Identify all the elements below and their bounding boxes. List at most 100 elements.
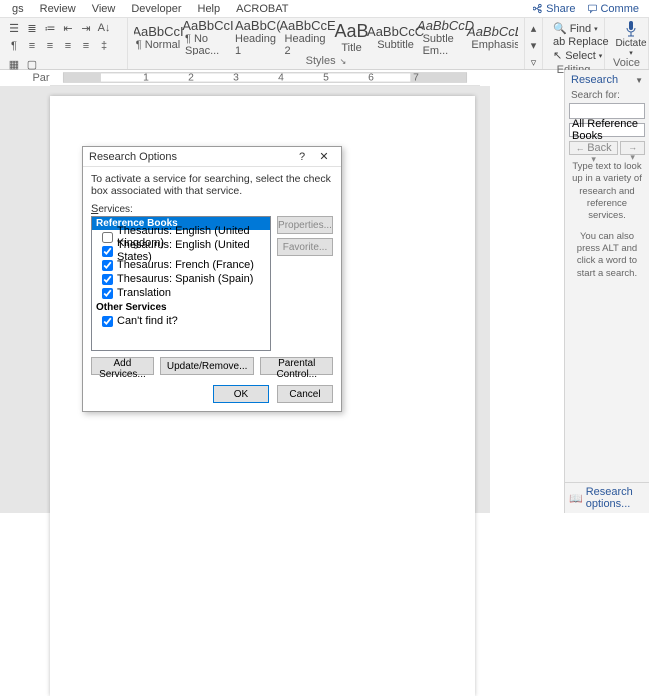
service-label: Thesaurus: French (France): [117, 259, 254, 271]
borders-icon[interactable]: ▢: [24, 56, 40, 72]
line-spacing-icon[interactable]: ‡: [96, 38, 112, 54]
align-center-icon[interactable]: ≡: [42, 38, 58, 54]
service-label: Thesaurus: Spanish (Spain): [117, 273, 253, 285]
share-button[interactable]: Share: [527, 3, 581, 15]
pane-menu-icon[interactable]: ▼: [635, 76, 643, 85]
style-card[interactable]: AaBbCcEHeading 2: [284, 20, 332, 55]
help-button[interactable]: ?: [291, 148, 313, 166]
list-section: Other Services: [92, 300, 270, 314]
list-item[interactable]: Thesaurus: Spanish (Spain): [92, 272, 270, 286]
menu-item[interactable]: Help: [190, 3, 229, 15]
menu-item[interactable]: ACROBAT: [228, 3, 296, 15]
indent-left-icon[interactable]: ⇤: [60, 20, 76, 36]
ok-button[interactable]: OK: [213, 385, 269, 403]
scroll-up-icon[interactable]: ▴: [526, 20, 542, 36]
scroll-down-icon[interactable]: ▾: [526, 37, 542, 53]
reference-combo[interactable]: All Reference Books: [569, 123, 645, 137]
book-icon: 📖: [569, 492, 583, 505]
style-card[interactable]: AaBTitle: [334, 20, 370, 55]
service-label: Translation: [117, 287, 171, 299]
svg-text:3: 3: [233, 72, 239, 83]
style-card[interactable]: AaBbCcI¶ Normal: [134, 20, 182, 55]
svg-text:5: 5: [323, 72, 329, 83]
align-left-icon[interactable]: ≡: [24, 38, 40, 54]
svg-text:7: 7: [413, 72, 419, 83]
cursor-icon: ↖: [553, 49, 562, 62]
ruler[interactable]: 1 2 3 4 5 6 7: [50, 70, 480, 86]
hint-text: You can also press ALT and click a word …: [565, 227, 649, 284]
dialog-title: Research Options: [89, 151, 291, 163]
service-checkbox[interactable]: [102, 260, 113, 271]
menu-bar: gs Review View Developer Help ACROBAT Sh…: [0, 0, 649, 18]
style-card[interactable]: AaBbCcI¶ No Spac...: [184, 20, 232, 55]
microphone-icon: [624, 20, 638, 38]
menu-item[interactable]: View: [84, 3, 124, 15]
dictate-button[interactable]: Dictate ▾: [611, 20, 649, 57]
forward-button[interactable]: → ▾: [620, 141, 645, 155]
style-card[interactable]: AaBbCcDEmphasis: [472, 20, 518, 55]
align-right-icon[interactable]: ≡: [60, 38, 76, 54]
services-listbox[interactable]: Reference Books Thesaurus: English (Unit…: [91, 216, 271, 351]
svg-text:2: 2: [188, 72, 194, 83]
replace-button[interactable]: abReplace: [553, 36, 594, 48]
cancel-button[interactable]: Cancel: [277, 385, 333, 403]
list-item[interactable]: Thesaurus: English (United States): [92, 244, 270, 258]
close-button[interactable]: ✕: [313, 148, 335, 166]
expand-styles-icon[interactable]: ▿: [526, 54, 542, 70]
update-remove-button[interactable]: Update/Remove...: [160, 357, 255, 375]
favorite-button[interactable]: Favorite...: [277, 238, 333, 256]
numbering-icon[interactable]: ≣: [24, 20, 40, 36]
svg-text:4: 4: [278, 72, 284, 83]
svg-text:1: 1: [143, 72, 149, 83]
justify-icon[interactable]: ≡: [78, 38, 94, 54]
indent-right-icon[interactable]: ⇥: [78, 20, 94, 36]
styles-expand: ▴ ▾ ▿: [525, 18, 543, 69]
pane-title: Research: [571, 74, 618, 86]
research-options-dialog: Research Options ? ✕ To activate a servi…: [82, 146, 342, 412]
shading-icon[interactable]: ▦: [6, 56, 22, 72]
service-checkbox[interactable]: [102, 246, 113, 257]
service-checkbox[interactable]: [102, 316, 113, 327]
service-checkbox[interactable]: [102, 274, 113, 285]
ribbon: ☰ ≣ ≔ ⇤ ⇥ A↓ ¶ ≡ ≡ ≡ ≡ ‡ ▦ ▢ Paragraph↘ …: [0, 18, 649, 70]
multilevel-icon[interactable]: ≔: [42, 20, 58, 36]
service-checkbox[interactable]: [102, 232, 113, 243]
list-item[interactable]: Thesaurus: French (France): [92, 258, 270, 272]
search-icon: 🔍: [553, 22, 567, 35]
add-services-button[interactable]: Add Services...: [91, 357, 154, 375]
dialog-instruction: To activate a service for searching, sel…: [91, 173, 333, 197]
styles-group: AaBbCcI¶ NormalAaBbCcI¶ No Spac...AaBbC(…: [128, 18, 525, 69]
style-card[interactable]: AaBbCcDSubtle Em...: [422, 20, 470, 55]
hint-text: Type text to look up in a variety of res…: [565, 157, 649, 227]
style-card[interactable]: AaBbCcCSubtitle: [372, 20, 420, 55]
parental-control-button[interactable]: Parental Control...: [260, 357, 333, 375]
voice-group: Dictate ▾ Voice: [605, 18, 649, 69]
find-button[interactable]: 🔍Find▾: [553, 22, 594, 35]
replace-icon: ab: [553, 36, 565, 48]
menu-item[interactable]: Review: [32, 3, 84, 15]
bullets-icon[interactable]: ☰: [6, 20, 22, 36]
properties-button[interactable]: Properties...: [277, 216, 333, 234]
list-item[interactable]: Translation: [92, 286, 270, 300]
select-button[interactable]: ↖Select▾: [553, 49, 594, 62]
list-item[interactable]: Can't find it?: [92, 314, 270, 328]
group-label: Styles: [306, 55, 336, 67]
editing-group: 🔍Find▾ abReplace ↖Select▾ Editing: [543, 18, 605, 69]
search-input[interactable]: [569, 103, 645, 119]
menu-item[interactable]: Developer: [123, 3, 189, 15]
service-checkbox[interactable]: [102, 288, 113, 299]
research-options-link[interactable]: 📖Research options...: [565, 482, 649, 513]
show-marks-icon[interactable]: ¶: [6, 38, 22, 54]
menu-item[interactable]: gs: [4, 3, 32, 15]
service-label: Can't find it?: [117, 315, 178, 327]
back-button[interactable]: ← Back ▾: [569, 141, 618, 155]
comments-button[interactable]: Comme: [581, 3, 645, 15]
group-label: Voice: [613, 57, 640, 69]
style-card[interactable]: AaBbC(Heading 1: [234, 20, 282, 55]
services-label: SServices:ervices:: [91, 201, 333, 216]
dialog-launcher-icon[interactable]: ↘: [340, 57, 347, 66]
svg-text:6: 6: [368, 72, 374, 83]
search-for-label: Search for:: [565, 90, 649, 101]
research-pane: Research ▼ Search for: All Reference Book…: [564, 70, 649, 513]
sort-icon[interactable]: A↓: [96, 20, 112, 36]
